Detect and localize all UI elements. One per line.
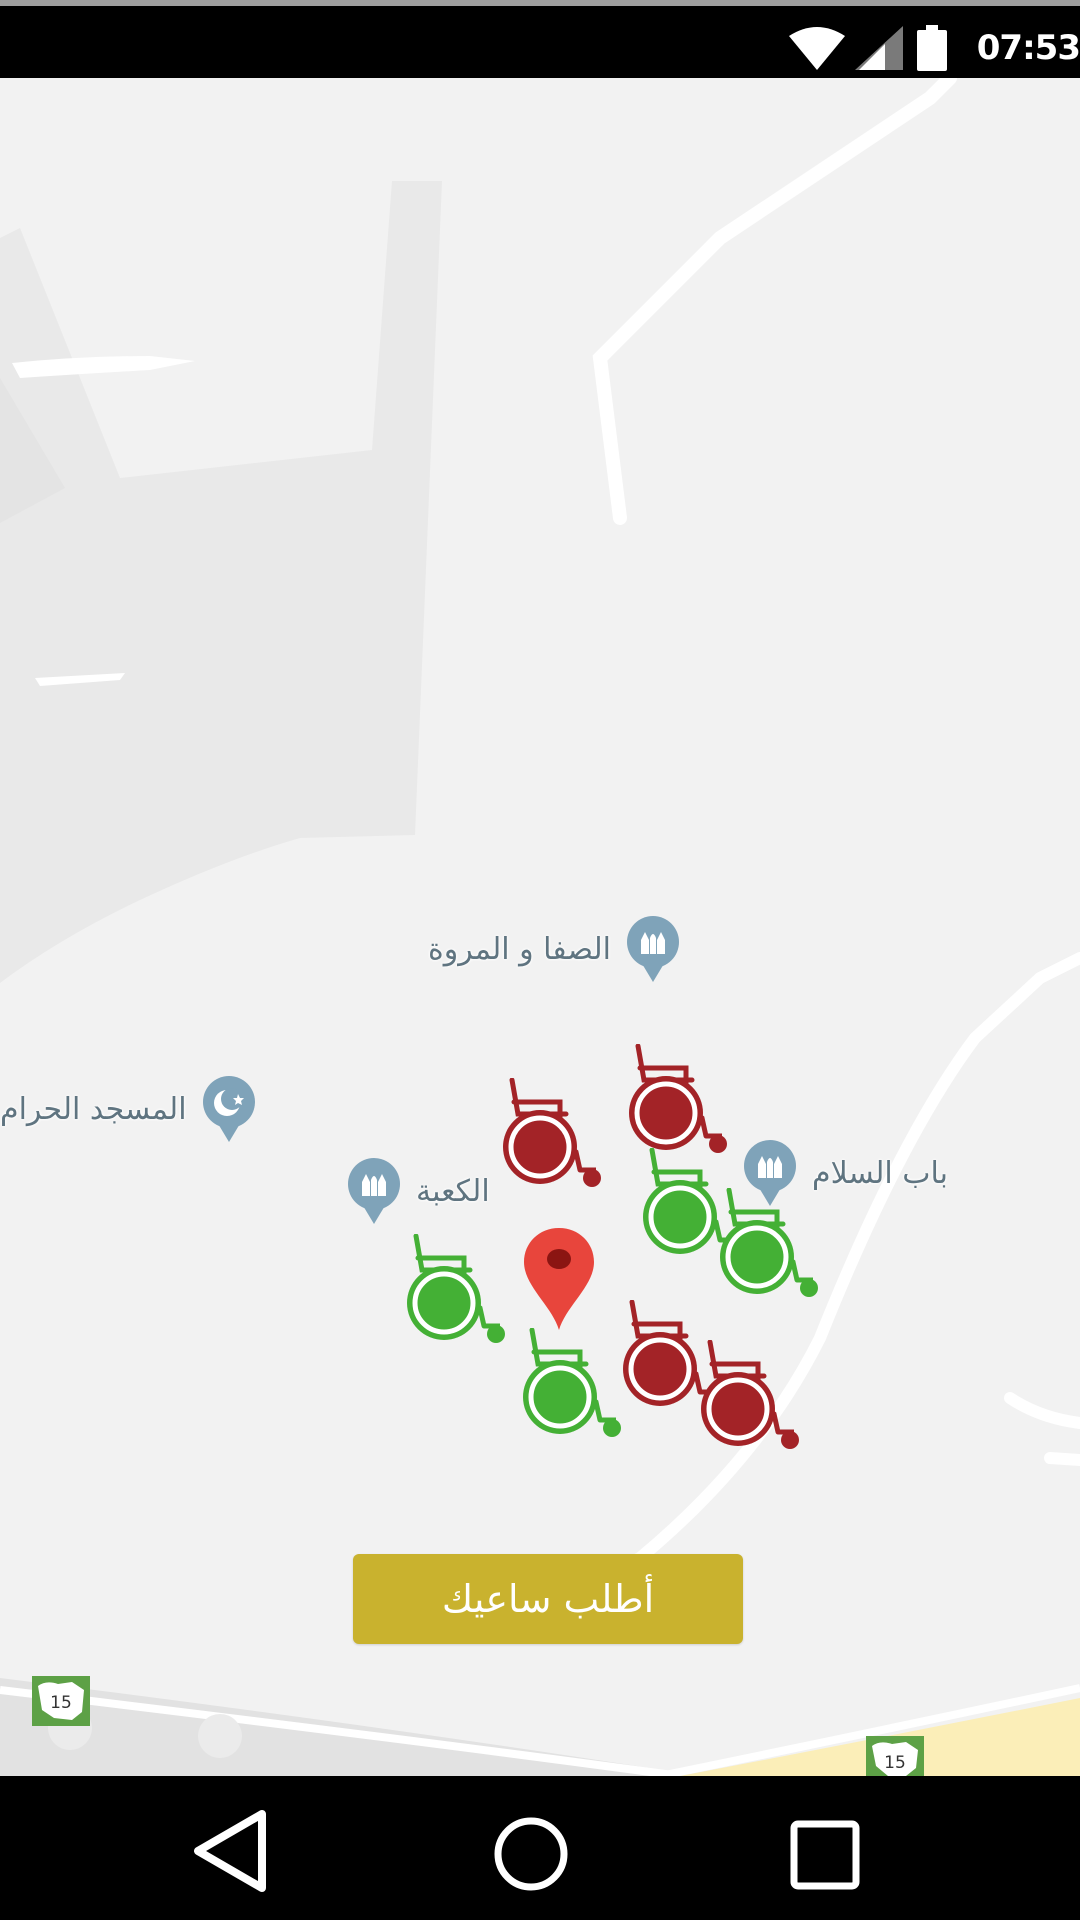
route-shield-icon: 15 [866,1736,924,1776]
poi-masjid-haram[interactable]: المسجد الحرام [0,1076,257,1142]
poi-label: الكعبة [416,1173,490,1209]
wheelchair-busy-icon[interactable] [698,1340,808,1450]
wheelchair-busy-icon[interactable] [500,1078,610,1188]
wheelchair-available-icon[interactable] [520,1328,630,1438]
mosque-pin-icon [626,916,679,982]
wheelchair-busy-icon[interactable] [626,1044,736,1154]
request-helper-button[interactable]: أطلب ساعيك [353,1554,743,1644]
home-icon[interactable] [486,1806,576,1896]
wifi-icon [788,27,845,70]
poi-label: باب السلام [812,1155,948,1191]
location-pin-icon[interactable] [522,1226,596,1332]
route-shield-label: 15 [884,1753,906,1773]
wheelchair-available-icon[interactable] [404,1234,514,1344]
status-icons: 07:53 [788,18,1080,78]
clock: 07:53 [976,28,1080,68]
poi-label: الصفا و المروة [428,931,611,967]
recents-icon[interactable] [780,1806,870,1896]
crescent-pin-icon [202,1076,255,1142]
battery-icon [916,25,947,71]
status-bar: 07:53 [0,0,1080,78]
poi-label: المسجد الحرام [0,1091,187,1127]
route-shield-label: 15 [50,1693,72,1713]
wheelchair-available-icon[interactable] [717,1188,827,1298]
map-view[interactable]: الصفا و المروة المسجد الحرام الكعبة باب … [0,78,1080,1776]
back-icon[interactable] [184,1806,274,1896]
poi-kaaba[interactable]: الكعبة [346,1158,490,1224]
navigation-bar [0,1776,1080,1920]
poi-safa-marwa[interactable]: الصفا و المروة [428,916,681,982]
route-shield-icon: 15 [32,1676,90,1726]
mosque-pin-icon [348,1158,400,1224]
signal-icon [854,26,903,70]
